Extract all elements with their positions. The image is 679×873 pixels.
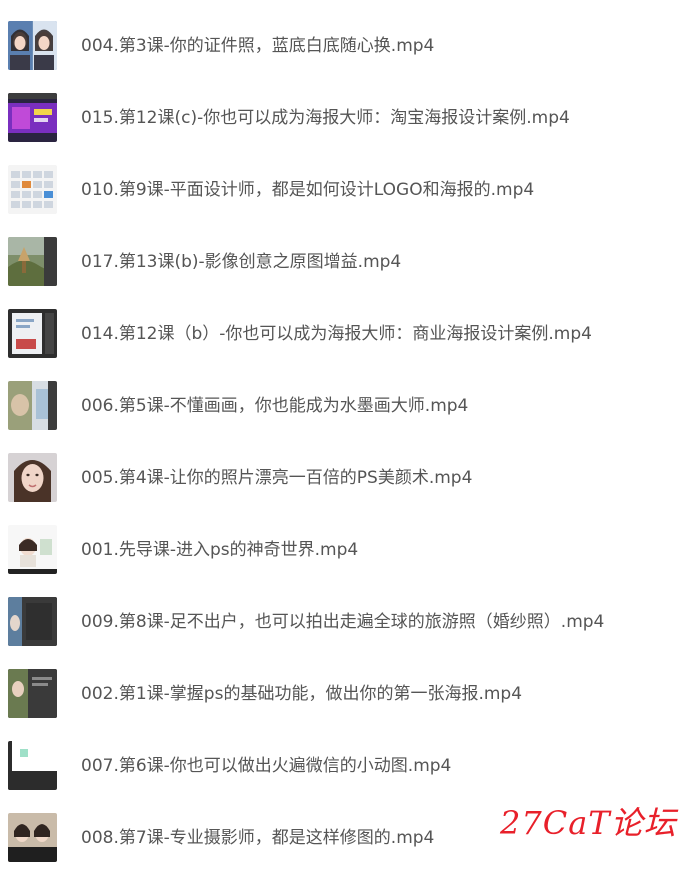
purple-poster-thumbnail bbox=[8, 93, 57, 142]
basic-poster-thumbnail bbox=[8, 669, 57, 718]
file-name[interactable]: 005.第4课-让你的照片漂亮一百倍的PS美颜术.mp4 bbox=[81, 465, 472, 491]
video-file-list: 004.第3课-你的证件照，蓝底白底随心换.mp4 015.第12课(c)-你也… bbox=[0, 9, 679, 873]
file-row[interactable]: 017.第13课(b)-影像创意之原图增益.mp4 bbox=[0, 225, 679, 297]
portrait-thumbnail bbox=[8, 453, 57, 502]
file-name[interactable]: 017.第13课(b)-影像创意之原图增益.mp4 bbox=[81, 249, 401, 275]
file-row[interactable]: 004.第3课-你的证件照，蓝底白底随心换.mp4 bbox=[0, 9, 679, 81]
file-row[interactable]: 015.第12课(c)-你也可以成为海报大师：淘宝海报设计案例.mp4 bbox=[0, 81, 679, 153]
file-row[interactable]: 010.第9课-平面设计师，都是如何设计LOGO和海报的.mp4 bbox=[0, 153, 679, 225]
file-row[interactable]: 006.第5课-不懂画画，你也能成为水墨画大师.mp4 bbox=[0, 369, 679, 441]
file-name[interactable]: 001.先导课-进入ps的神奇世界.mp4 bbox=[81, 537, 358, 563]
file-name[interactable]: 002.第1课-掌握ps的基础功能，做出你的第一张海报.mp4 bbox=[81, 681, 522, 707]
file-row[interactable]: 002.第1课-掌握ps的基础功能，做出你的第一张海报.mp4 bbox=[0, 657, 679, 729]
file-name[interactable]: 015.第12课(c)-你也可以成为海报大师：淘宝海报设计案例.mp4 bbox=[81, 105, 570, 131]
file-name[interactable]: 004.第3课-你的证件照，蓝底白底随心换.mp4 bbox=[81, 33, 434, 59]
software-ui-thumbnail bbox=[8, 309, 57, 358]
file-row[interactable]: 005.第4课-让你的照片漂亮一百倍的PS美颜术.mp4 bbox=[0, 441, 679, 513]
file-name[interactable]: 009.第8课-足不出户，也可以拍出走遍全球的旅游照（婚纱照）.mp4 bbox=[81, 609, 604, 635]
ink-painting-thumbnail bbox=[8, 381, 57, 430]
intro-thumbnail bbox=[8, 525, 57, 574]
travel-photo-thumbnail bbox=[8, 597, 57, 646]
file-row[interactable]: 007.第6课-你也可以做出火遍微信的小动图.mp4 bbox=[0, 729, 679, 801]
file-name[interactable]: 007.第6课-你也可以做出火遍微信的小动图.mp4 bbox=[81, 753, 451, 779]
file-name[interactable]: 006.第5课-不懂画画，你也能成为水墨画大师.mp4 bbox=[81, 393, 468, 419]
file-row[interactable]: 014.第12课（b）-你也可以成为海报大师：商业海报设计案例.mp4 bbox=[0, 297, 679, 369]
retouch-thumbnail bbox=[8, 813, 57, 862]
file-name[interactable]: 010.第9课-平面设计师，都是如何设计LOGO和海报的.mp4 bbox=[81, 177, 534, 203]
file-row[interactable]: 009.第8课-足不出户，也可以拍出走遍全球的旅游照（婚纱照）.mp4 bbox=[0, 585, 679, 657]
file-name[interactable]: 014.第12课（b）-你也可以成为海报大师：商业海报设计案例.mp4 bbox=[81, 321, 592, 347]
forum-watermark: 27CaT论坛 bbox=[500, 804, 677, 842]
landscape-thumbnail bbox=[8, 237, 57, 286]
file-row[interactable]: 001.先导课-进入ps的神奇世界.mp4 bbox=[0, 513, 679, 585]
logo-grid-thumbnail bbox=[8, 165, 57, 214]
id-photo-thumbnail bbox=[8, 21, 57, 70]
file-name[interactable]: 008.第7课-专业摄影师，都是这样修图的.mp4 bbox=[81, 825, 434, 851]
animated-gif-thumbnail bbox=[8, 741, 57, 790]
